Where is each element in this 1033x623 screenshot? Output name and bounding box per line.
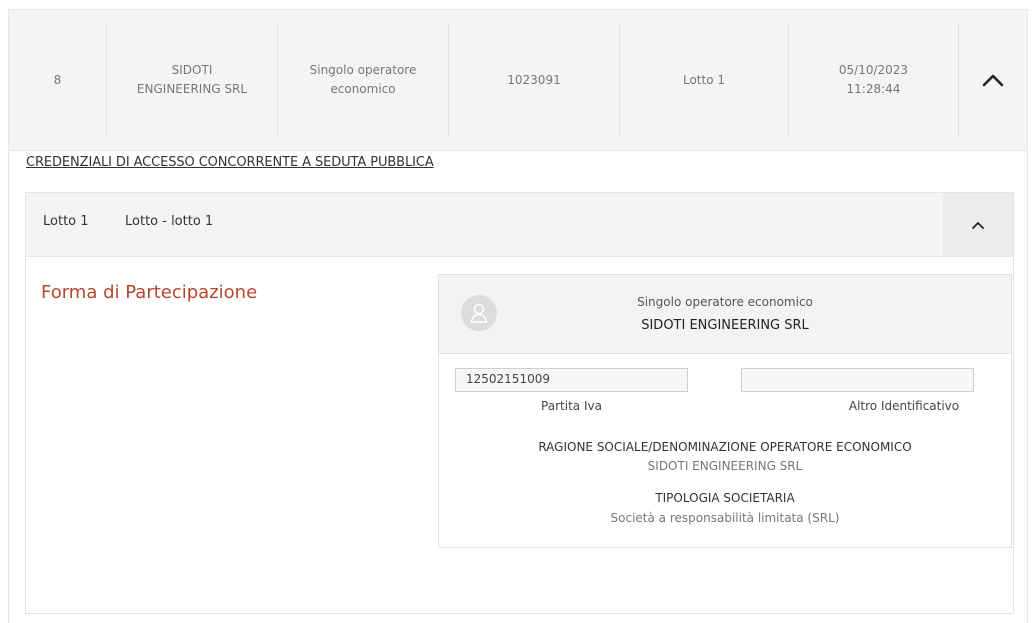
ragione-sociale-label: RAGIONE SOCIALE/DENOMINAZIONE OPERATORE … [538,440,912,454]
chevron-up-icon [982,74,1004,87]
row-index: 8 [9,24,107,136]
row-index-value: 8 [53,72,62,87]
operator-name: SIDOTI ENGINEERING SRL [641,318,809,333]
participation-cell: Singolo operatore economico [278,24,449,136]
altro-identificativo-field[interactable] [741,368,974,392]
lot-cell: Lotto 1 [620,24,789,136]
operator-card-header: Singolo operatore economico SIDOTI ENGIN… [439,275,1011,354]
participation-type: Singolo operatore economico [309,63,417,96]
credentials-link[interactable]: CREDENZIALI DI ACCESSO CONCORRENTE A SED… [26,155,434,170]
datetime-cell: 05/10/2023 11:28:44 [789,24,959,136]
lotto-panel: Lotto 1 Lotto - lotto 1 Forma di Parteci… [25,192,1014,614]
operator-card: Singolo operatore economico SIDOTI ENGIN… [438,274,1012,548]
chevron-up-icon [972,221,984,229]
code-cell: 1023091 [449,24,620,136]
tipologia-label: TIPOLOGIA SOCIETARIA [655,491,795,505]
company-name: SIDOTI ENGINEERING SRL [136,63,248,96]
partita-iva-field[interactable]: 12502151009 [455,368,688,392]
datetime-value: 05/10/2023 11:28:44 [838,63,909,96]
lot-value: Lotto 1 [682,72,726,87]
collapse-row-button[interactable] [959,24,1027,136]
tipologia-value: Società a responsabilità limitata (SRL) [610,511,840,525]
lotto-header[interactable]: Lotto 1 Lotto - lotto 1 [26,193,1013,257]
operator-type: Singolo operatore economico [637,295,813,309]
forma-partecipazione-title: Forma di Partecipazione [41,282,258,303]
collapse-lotto-button[interactable] [943,193,1013,256]
code-value: 1023091 [507,72,561,87]
lotto-number: Lotto 1 [43,214,89,229]
lotto-name: Lotto - lotto 1 [125,214,214,229]
partita-iva-label: Partita Iva [541,399,602,413]
ragione-sociale-value: SIDOTI ENGINEERING SRL [647,459,803,473]
altro-identificativo-label: Altro Identificativo [848,399,960,413]
company-cell: SIDOTI ENGINEERING SRL [107,24,278,136]
summary-row[interactable]: 8 SIDOTI ENGINEERING SRL Singolo operato… [9,10,1027,151]
